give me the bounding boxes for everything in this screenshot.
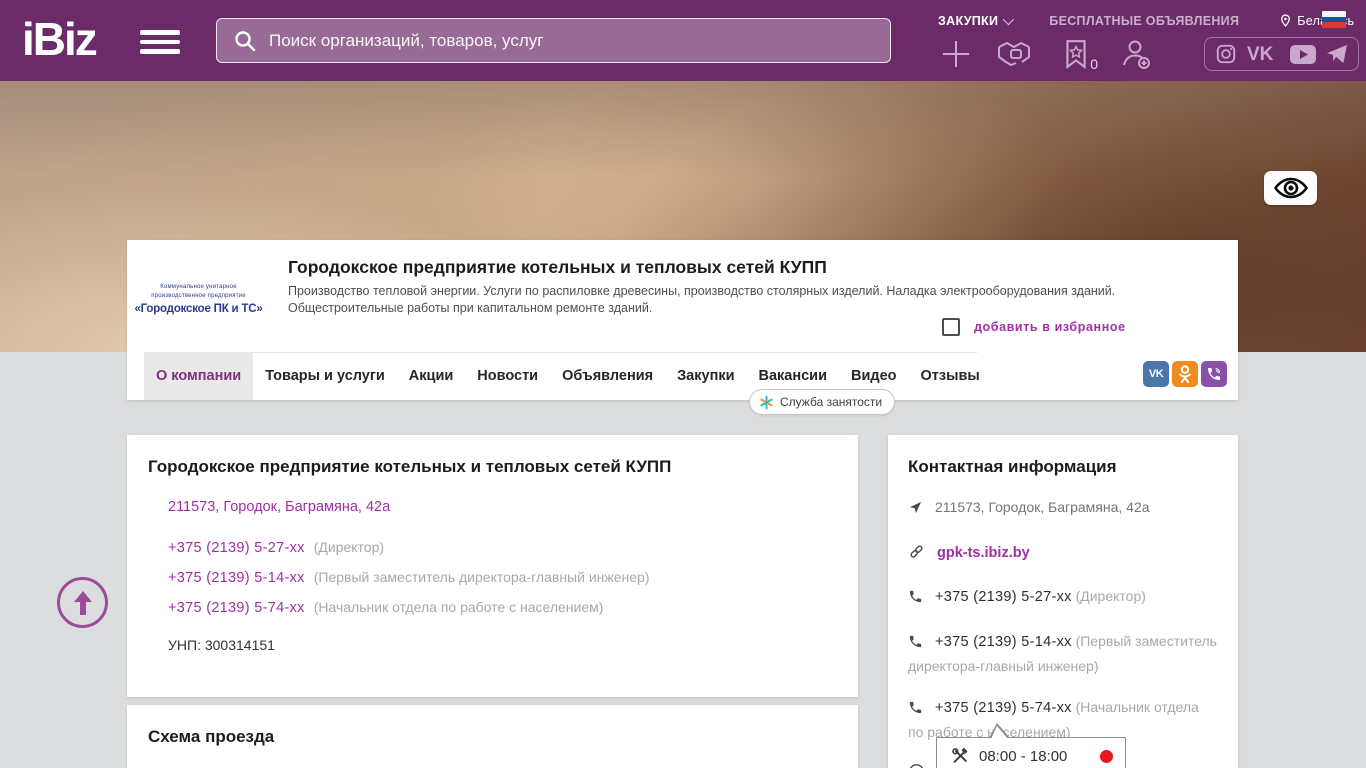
youtube-icon[interactable]: [1290, 44, 1317, 64]
hamburger-menu-icon[interactable]: [140, 30, 180, 54]
russian-language-flag[interactable]: [1322, 11, 1346, 28]
eye-icon: [1273, 177, 1308, 199]
tab-news[interactable]: Новости: [465, 352, 550, 400]
vk-share-icon[interactable]: VK: [1143, 361, 1169, 387]
map-card: Схема проезда: [127, 705, 858, 768]
search-bar: [216, 18, 891, 63]
phone-link-deputy[interactable]: +375 (2139) 5-14-xx: [168, 570, 305, 586]
svg-text:VK: VK: [1247, 44, 1274, 64]
tab-ads[interactable]: Объявления: [550, 352, 665, 400]
contact-info-card: Контактная информация 211573, Городок, Б…: [888, 435, 1238, 768]
phone-row: +375 (2139) 5-74-xx (Начальник отдела по…: [168, 599, 837, 616]
header: iBiz ЗАКУПКИ БЕСПЛАТНЫЕ ОБЪЯВЛЕНИЯ Белар…: [0, 0, 1366, 81]
phone-note: (Директор): [1075, 588, 1146, 605]
add-plus-icon[interactable]: [936, 36, 976, 72]
tab-reviews[interactable]: Отзывы: [909, 352, 992, 400]
company-logo[interactable]: Коммунальное унитарное производственное …: [134, 252, 262, 345]
contact-info-title: Контактная информация: [908, 457, 1117, 476]
closed-status-dot: [1100, 749, 1113, 763]
vk-icon[interactable]: VK: [1247, 44, 1281, 64]
phone-link-director[interactable]: +375 (2139) 5-27-xx: [168, 540, 305, 556]
contact-address-row: 211573, Городок, Баграмяна, 42а: [908, 497, 1218, 522]
tab-products[interactable]: Товары и услуги: [253, 352, 397, 400]
tab-about[interactable]: О компании: [144, 352, 254, 400]
arrow-up-icon: [73, 590, 92, 615]
viber-icon[interactable]: [1201, 361, 1227, 387]
accessibility-eye-button[interactable]: [1264, 171, 1317, 205]
instagram-icon[interactable]: [1215, 43, 1237, 65]
scroll-to-top-button[interactable]: [57, 577, 108, 628]
header-top-links: ЗАКУПКИ БЕСПЛАТНЫЕ ОБЪЯВЛЕНИЯ Беларусь: [938, 13, 1354, 28]
company-title: Городокское предприятие котельных и тепл…: [288, 257, 827, 277]
favorites-count: 0: [1090, 56, 1098, 72]
employment-asterisk-icon: [760, 395, 773, 409]
company-address-link[interactable]: 211573, Городок, Баграмяна, 42а: [168, 499, 837, 515]
employment-service-badge[interactable]: Служба занятости: [749, 389, 896, 415]
unp-number: УНП: 300314151: [168, 637, 275, 653]
work-tools-icon: [952, 748, 968, 763]
clock-icon: [909, 763, 924, 768]
chevron-down-icon: [1003, 13, 1015, 25]
sidebar-phone-department[interactable]: +375 (2139) 5-74-xx: [935, 700, 1072, 716]
phone-icon: [908, 589, 923, 611]
tab-purchases[interactable]: Закупки: [665, 352, 746, 400]
phone-row: +375 (2139) 5-14-xx (Первый заместитель …: [168, 569, 837, 586]
company-website-link[interactable]: gpk-ts.ibiz.by: [937, 545, 1030, 561]
contact-phone-row: +375 (2139) 5-27-xx (Директор): [908, 586, 1218, 611]
phone-note: (Директор): [313, 539, 385, 555]
favorites-bookmark-icon[interactable]: 0: [1056, 36, 1098, 72]
phone-row: +375 (2139) 5-27-xx (Директор): [168, 539, 837, 556]
phone-note: (Первый заместитель директора-главный ин…: [313, 569, 650, 585]
navigation-arrow-icon: [908, 500, 923, 522]
search-input[interactable]: [269, 30, 890, 51]
zakupki-menu[interactable]: ЗАКУПКИ: [938, 13, 1015, 28]
free-ads-link[interactable]: БЕСПЛАТНЫЕ ОБЪЯВЛЕНИЯ: [1049, 14, 1239, 28]
login-user-icon[interactable]: [1116, 36, 1156, 72]
telegram-icon[interactable]: [1326, 44, 1348, 64]
link-icon: [908, 543, 925, 567]
phone-note: (Начальник отдела по работе с населением…: [313, 599, 604, 615]
map-section-title: Схема проезда: [148, 727, 275, 746]
favorite-checkbox[interactable]: [942, 318, 960, 336]
contact-website-row: gpk-ts.ibiz.by: [908, 542, 1218, 567]
ibiz-logo[interactable]: iBiz: [22, 12, 98, 66]
sidebar-phone-deputy[interactable]: +375 (2139) 5-14-xx: [935, 634, 1072, 650]
about-title: Городокское предприятие котельных и тепл…: [148, 457, 672, 476]
odnoklassniki-icon[interactable]: [1172, 361, 1198, 387]
header-social-links: VK: [1204, 37, 1359, 71]
add-to-favorites[interactable]: добавить в избранное: [942, 318, 1126, 336]
company-description: Производство тепловой энергии. Услуги по…: [288, 284, 1116, 315]
search-icon: [235, 30, 256, 51]
working-hours-value: 08:00 - 18:00: [979, 747, 1068, 765]
tab-promos[interactable]: Акции: [397, 352, 465, 400]
phone-icon: [908, 634, 923, 656]
sidebar-phone-director[interactable]: +375 (2139) 5-27-xx: [935, 589, 1072, 605]
about-company-card: Городокское предприятие котельных и тепл…: [127, 435, 858, 697]
company-social-buttons: VK: [1143, 361, 1227, 387]
phone-link-department[interactable]: +375 (2139) 5-74-xx: [168, 600, 305, 616]
phone-icon: [908, 700, 923, 722]
header-action-icons: 0 VK: [936, 36, 1359, 72]
contact-phone-row: +375 (2139) 5-14-xx (Первый заместитель …: [908, 631, 1218, 677]
handshake-icon[interactable]: [996, 36, 1036, 72]
working-hours-tooltip: 08:00 - 18:00: [936, 723, 1126, 768]
location-pin-icon: [1281, 14, 1291, 27]
